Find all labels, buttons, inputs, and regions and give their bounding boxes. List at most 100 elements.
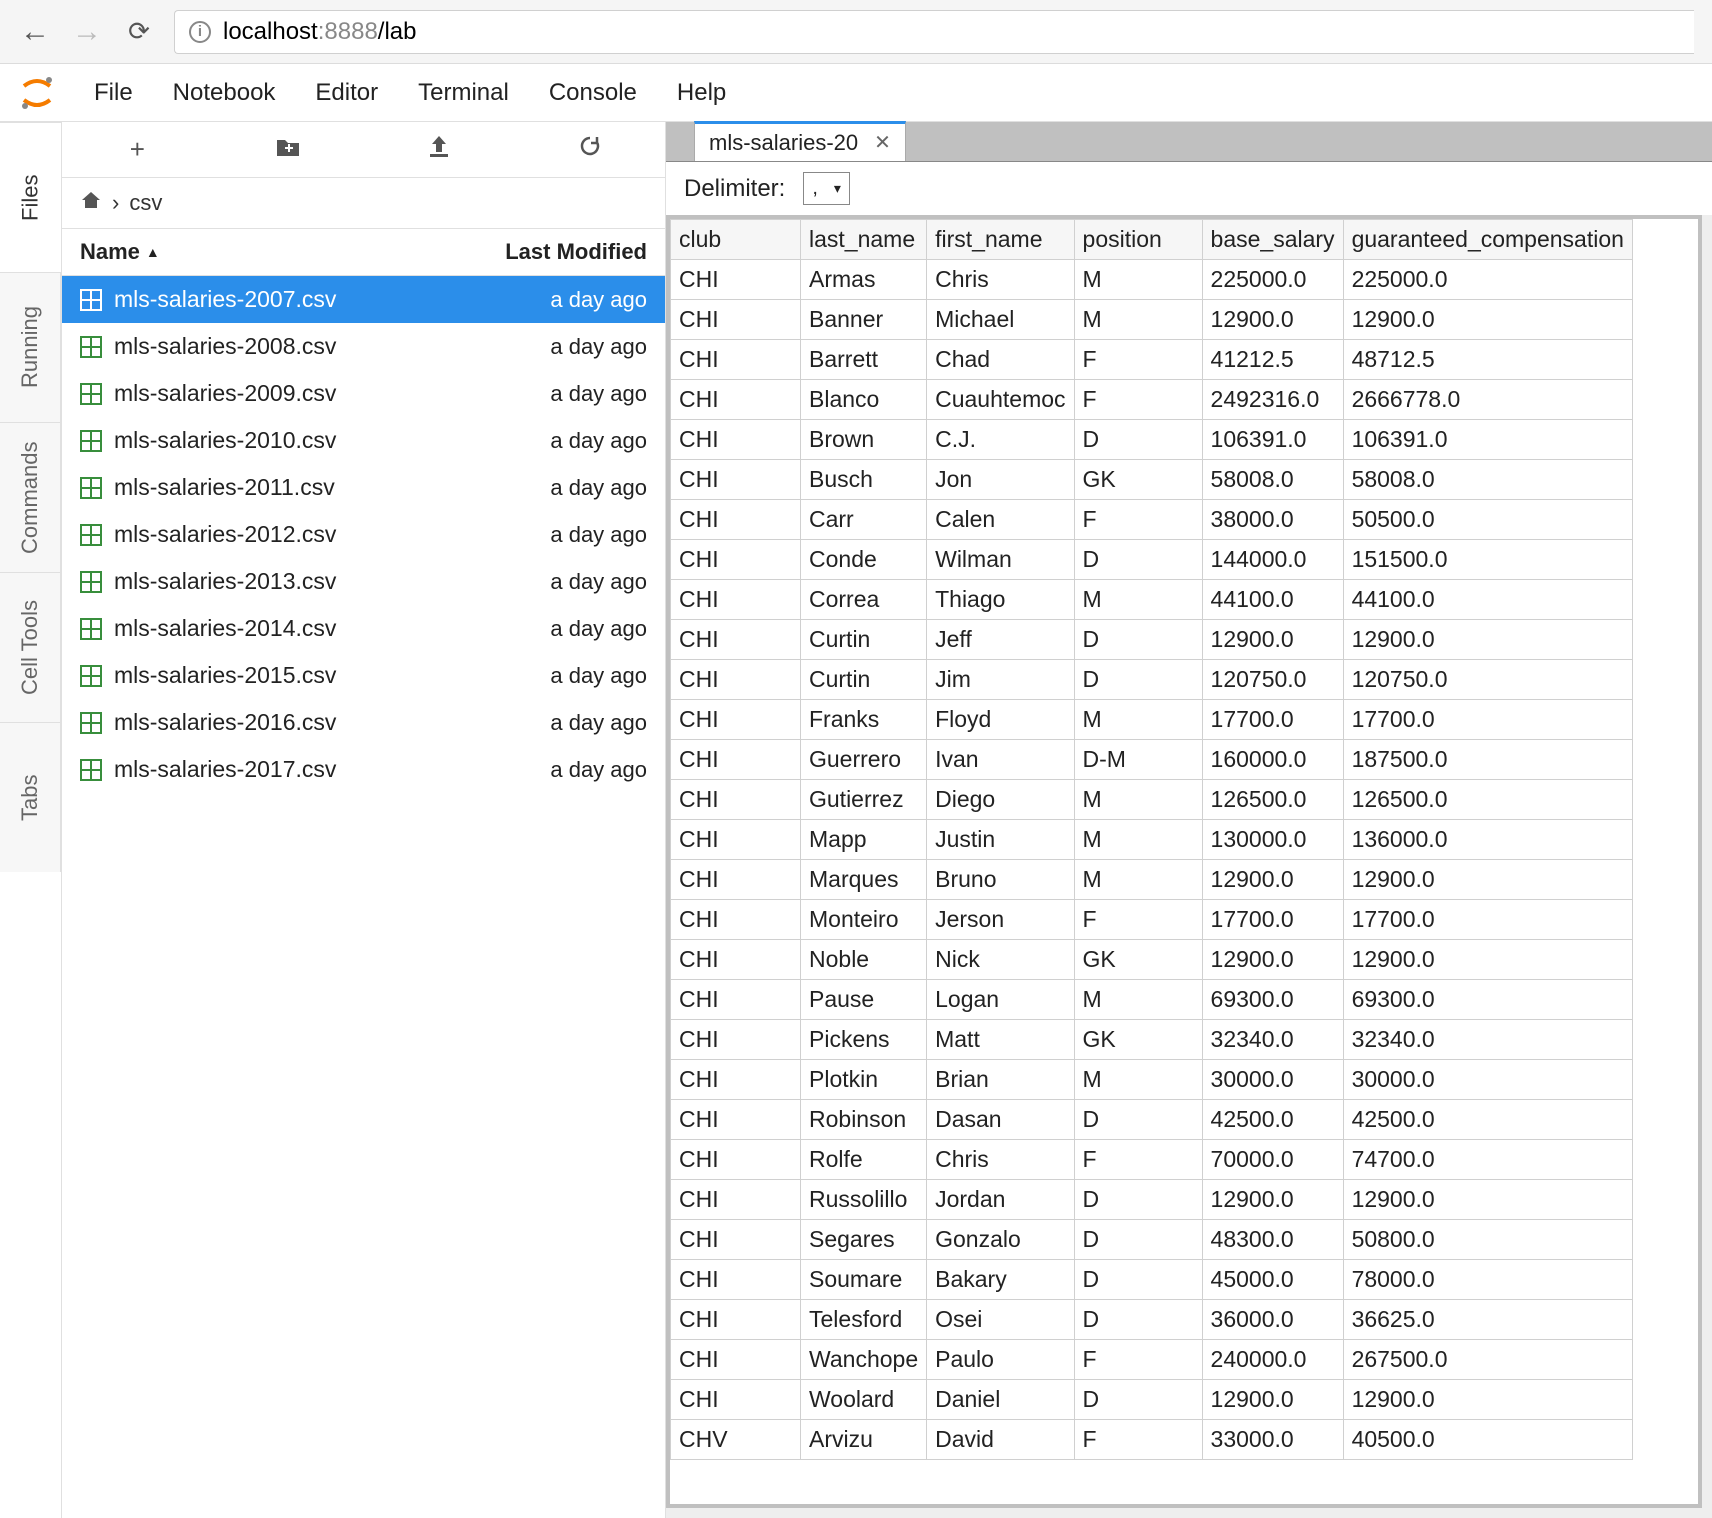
cell[interactable]: 151500.0 xyxy=(1343,540,1632,580)
cell[interactable]: 58008.0 xyxy=(1343,460,1632,500)
cell[interactable]: 225000.0 xyxy=(1343,260,1632,300)
cell[interactable]: 136000.0 xyxy=(1343,820,1632,860)
cell[interactable]: Monteiro xyxy=(801,900,927,940)
sort-by-modified[interactable]: Last Modified xyxy=(427,239,647,265)
cell[interactable]: Franks xyxy=(801,700,927,740)
cell[interactable]: 126500.0 xyxy=(1343,780,1632,820)
new-launcher-button[interactable]: + xyxy=(117,134,157,165)
cell[interactable]: 17700.0 xyxy=(1202,700,1343,740)
file-item[interactable]: mls-salaries-2017.csva day ago xyxy=(62,746,665,793)
cell[interactable]: 130000.0 xyxy=(1202,820,1343,860)
cell[interactable]: 44100.0 xyxy=(1202,580,1343,620)
cell[interactable]: Jon xyxy=(927,460,1074,500)
table-row[interactable]: CHIMonteiroJersonF17700.017700.0 xyxy=(671,900,1633,940)
cell[interactable]: GK xyxy=(1074,940,1202,980)
cell[interactable]: Arvizu xyxy=(801,1420,927,1460)
cell[interactable]: Robinson xyxy=(801,1100,927,1140)
file-item[interactable]: mls-salaries-2009.csva day ago xyxy=(62,370,665,417)
cell[interactable]: Jordan xyxy=(927,1180,1074,1220)
cell[interactable]: 160000.0 xyxy=(1202,740,1343,780)
cell[interactable]: 40500.0 xyxy=(1343,1420,1632,1460)
cell[interactable]: M xyxy=(1074,300,1202,340)
cell[interactable]: D xyxy=(1074,660,1202,700)
cell[interactable]: Logan xyxy=(927,980,1074,1020)
table-row[interactable]: CHIBannerMichaelM12900.012900.0 xyxy=(671,300,1633,340)
table-row[interactable]: CHIPickensMattGK32340.032340.0 xyxy=(671,1020,1633,1060)
file-item[interactable]: mls-salaries-2007.csva day ago xyxy=(62,276,665,323)
cell[interactable]: 17700.0 xyxy=(1343,700,1632,740)
cell[interactable]: F xyxy=(1074,500,1202,540)
cell[interactable]: CHI xyxy=(671,420,801,460)
cell[interactable]: 32340.0 xyxy=(1202,1020,1343,1060)
cell[interactable]: Curtin xyxy=(801,620,927,660)
cell[interactable]: Dasan xyxy=(927,1100,1074,1140)
cell[interactable]: 48712.5 xyxy=(1343,340,1632,380)
file-item[interactable]: mls-salaries-2008.csva day ago xyxy=(62,323,665,370)
left-tab-tabs[interactable]: Tabs xyxy=(0,722,61,872)
column-header[interactable]: first_name xyxy=(927,220,1074,260)
cell[interactable]: Segares xyxy=(801,1220,927,1260)
cell[interactable]: CHI xyxy=(671,300,801,340)
table-row[interactable]: CHIGuerreroIvanD-M160000.0187500.0 xyxy=(671,740,1633,780)
cell[interactable]: Brown xyxy=(801,420,927,460)
table-row[interactable]: CHIPauseLoganM69300.069300.0 xyxy=(671,980,1633,1020)
cell[interactable]: CHI xyxy=(671,1380,801,1420)
cell[interactable]: D xyxy=(1074,1220,1202,1260)
cell[interactable]: Correa xyxy=(801,580,927,620)
cell[interactable]: CHI xyxy=(671,580,801,620)
cell[interactable]: 120750.0 xyxy=(1202,660,1343,700)
cell[interactable]: M xyxy=(1074,700,1202,740)
table-row[interactable]: CHICorreaThiagoM44100.044100.0 xyxy=(671,580,1633,620)
breadcrumb-home-icon[interactable] xyxy=(80,190,102,216)
cell[interactable]: Blanco xyxy=(801,380,927,420)
cell[interactable]: D xyxy=(1074,420,1202,460)
cell[interactable]: 30000.0 xyxy=(1202,1060,1343,1100)
table-row[interactable]: CHISegaresGonzaloD48300.050800.0 xyxy=(671,1220,1633,1260)
cell[interactable]: M xyxy=(1074,860,1202,900)
cell[interactable]: Osei xyxy=(927,1300,1074,1340)
cell[interactable]: Jerson xyxy=(927,900,1074,940)
cell[interactable]: Marques xyxy=(801,860,927,900)
cell[interactable]: Cuauhtemoc xyxy=(927,380,1074,420)
cell[interactable]: 17700.0 xyxy=(1343,900,1632,940)
address-bar[interactable]: i localhost:8888/lab xyxy=(174,10,1694,54)
file-item[interactable]: mls-salaries-2012.csva day ago xyxy=(62,511,665,558)
column-header[interactable]: last_name xyxy=(801,220,927,260)
cell[interactable]: CHI xyxy=(671,1060,801,1100)
cell[interactable]: 144000.0 xyxy=(1202,540,1343,580)
cell[interactable]: 38000.0 xyxy=(1202,500,1343,540)
cell[interactable]: D xyxy=(1074,620,1202,660)
cell[interactable]: David xyxy=(927,1420,1074,1460)
table-row[interactable]: CHVArvizuDavidF33000.040500.0 xyxy=(671,1420,1633,1460)
delimiter-select[interactable]: , ▾ xyxy=(803,172,850,205)
cell[interactable]: 36625.0 xyxy=(1343,1300,1632,1340)
cell[interactable]: Noble xyxy=(801,940,927,980)
menu-notebook[interactable]: Notebook xyxy=(153,79,296,107)
table-row[interactable]: CHICarrCalenF38000.050500.0 xyxy=(671,500,1633,540)
cell[interactable]: Ivan xyxy=(927,740,1074,780)
table-row[interactable]: CHIWanchopePauloF240000.0267500.0 xyxy=(671,1340,1633,1380)
cell[interactable]: Barrett xyxy=(801,340,927,380)
back-button[interactable]: ← xyxy=(18,15,52,49)
table-row[interactable]: CHIPlotkinBrianM30000.030000.0 xyxy=(671,1060,1633,1100)
file-item[interactable]: mls-salaries-2016.csva day ago xyxy=(62,699,665,746)
cell[interactable]: CHI xyxy=(671,860,801,900)
left-tab-cell-tools[interactable]: Cell Tools xyxy=(0,572,61,722)
cell[interactable]: 50800.0 xyxy=(1343,1220,1632,1260)
cell[interactable]: D xyxy=(1074,540,1202,580)
cell[interactable]: 12900.0 xyxy=(1202,1380,1343,1420)
cell[interactable]: Bruno xyxy=(927,860,1074,900)
cell[interactable]: CHI xyxy=(671,380,801,420)
column-header[interactable]: club xyxy=(671,220,801,260)
csv-grid-scroll[interactable]: clublast_namefirst_namepositionbase_sala… xyxy=(666,215,1702,1508)
column-header[interactable]: base_salary xyxy=(1202,220,1343,260)
table-row[interactable]: CHIWoolardDanielD12900.012900.0 xyxy=(671,1380,1633,1420)
cell[interactable]: CHI xyxy=(671,660,801,700)
left-tab-commands[interactable]: Commands xyxy=(0,422,61,572)
cell[interactable]: Gonzalo xyxy=(927,1220,1074,1260)
cell[interactable]: CHI xyxy=(671,340,801,380)
cell[interactable]: 48300.0 xyxy=(1202,1220,1343,1260)
cell[interactable]: Telesford xyxy=(801,1300,927,1340)
cell[interactable]: 120750.0 xyxy=(1343,660,1632,700)
cell[interactable]: D xyxy=(1074,1380,1202,1420)
